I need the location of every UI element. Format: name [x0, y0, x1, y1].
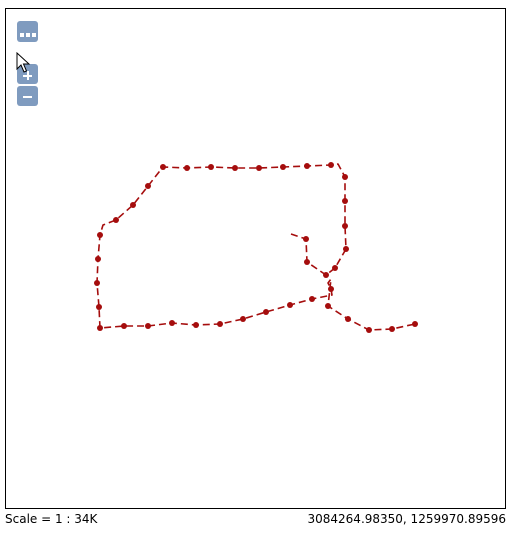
route-point: [287, 302, 293, 308]
route-point: [304, 163, 310, 169]
route-point: [389, 326, 395, 332]
minus-icon: [23, 92, 32, 101]
route-point: [328, 286, 334, 292]
cursor-coordinates: 3084264.98350, 1259970.89596: [307, 512, 507, 526]
route-point: [240, 316, 246, 322]
route-point: [193, 322, 199, 328]
route-points-group: [94, 162, 418, 333]
route-layer: [94, 162, 418, 333]
route-point: [366, 327, 372, 333]
route-point: [342, 223, 348, 229]
route-point: [325, 303, 331, 309]
map-scale: Scale = 1 : 34K: [5, 512, 98, 526]
route-point: [121, 323, 127, 329]
route-point: [343, 246, 349, 252]
route-point: [280, 164, 286, 170]
route-line: [96, 163, 416, 331]
route-point: [345, 316, 351, 322]
map-viewport[interactable]: [5, 8, 506, 509]
plus-icon: [23, 70, 32, 80]
route-point: [97, 232, 103, 238]
route-point: [332, 265, 338, 271]
route-point: [184, 165, 190, 171]
route-point: [303, 236, 309, 242]
zoom-out-button[interactable]: [17, 86, 38, 106]
route-point: [169, 320, 175, 326]
route-point: [130, 202, 136, 208]
route-point: [309, 296, 315, 302]
route-point: [232, 165, 238, 171]
route-point: [263, 309, 269, 315]
route-point: [342, 174, 348, 180]
route-point: [94, 280, 100, 286]
layers-switcher-icon: [19, 22, 37, 41]
route-point: [342, 198, 348, 204]
route-point: [113, 217, 119, 223]
route-point: [145, 183, 151, 189]
route-point: [95, 256, 101, 262]
route-point: [160, 164, 166, 170]
route-point: [145, 323, 151, 329]
route-point: [328, 162, 334, 168]
route-point: [217, 321, 223, 327]
route-point: [97, 325, 103, 331]
route-point: [323, 272, 329, 278]
route-point: [96, 304, 102, 310]
route-point: [412, 321, 418, 327]
route-point: [208, 164, 214, 170]
zoom-in-button[interactable]: [17, 64, 38, 84]
route-point: [304, 259, 310, 265]
route-path-group: [96, 163, 416, 331]
route-point: [256, 165, 262, 171]
layer-switcher-button[interactable]: [17, 21, 38, 42]
